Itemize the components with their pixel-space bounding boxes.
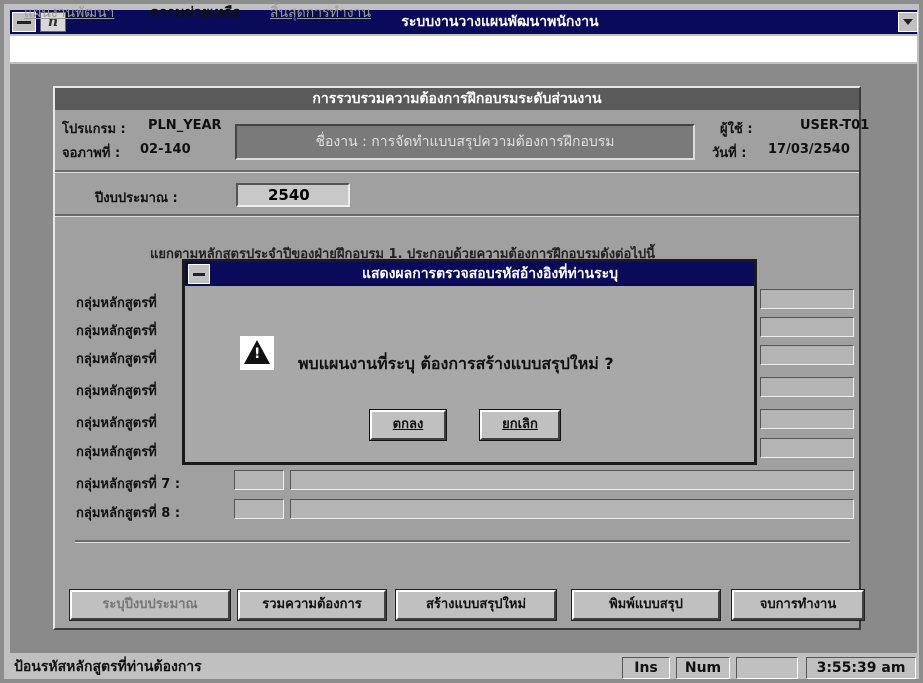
screen-label: จอภาพที่ : [62, 146, 121, 161]
menu-bar [10, 36, 917, 62]
divider [75, 540, 850, 543]
cancel-button[interactable]: ยกเลิก [479, 409, 561, 441]
divider [55, 170, 859, 173]
warning-exclamation: ! [254, 346, 261, 362]
task-banner: ชื่องาน : การจัดทำแบบสรุปความต้องการฝึกอ… [235, 124, 695, 160]
date-label: วันที่ : [712, 146, 747, 161]
dialog-system-menu-icon[interactable] [188, 264, 210, 284]
group-3-field[interactable] [760, 345, 854, 365]
group-5-field[interactable] [760, 409, 854, 429]
user-value: USER-T01 [800, 118, 870, 133]
group-8-name-field[interactable] [290, 499, 854, 519]
status-message: ป้อนรหัสหลักสูตรที่ท่านต้องการ [14, 659, 202, 675]
print-summary-button[interactable]: พิมพ์แบบสรุป [571, 589, 721, 621]
window-maximize-button[interactable] [898, 12, 918, 32]
menu-plan[interactable]: แผนงานพัฒนา [24, 0, 114, 26]
blank-indicator [736, 657, 798, 679]
group-1-field[interactable] [760, 289, 854, 309]
group-2-field[interactable] [760, 317, 854, 337]
group-label-5: กลุ่มหลักสูตรที่ [76, 416, 157, 431]
menu-help[interactable]: ความช่วยเหลือ [150, 0, 241, 26]
program-label: โปรแกรม : [62, 122, 126, 137]
form-title: การรวบรวมความต้องการฝึกอบรมระดับส่วนงาน [55, 88, 859, 110]
budget-year-field[interactable]: 2540 [236, 183, 350, 207]
dialog-title: แสดงผลการตรวจสอบรหัสอ้างอิงที่ท่านระบุ [361, 266, 619, 282]
gather-needs-button[interactable]: รวมความต้องการ [237, 589, 387, 621]
exit-button[interactable]: จบการทำงาน [731, 589, 865, 621]
divider [55, 214, 859, 217]
group-6-field[interactable] [760, 438, 854, 458]
group-label-3: กลุ่มหลักสูตรที่ [76, 352, 157, 367]
group-label-8: กลุ่มหลักสูตรที่ 8 : [76, 506, 181, 521]
budget-year-label: ปีงบประมาณ : [95, 191, 178, 206]
select-year-button[interactable]: ระบุปีงบประมาณ [69, 589, 231, 621]
user-label: ผู้ใช้ : [720, 122, 753, 137]
date-value: 17/03/2540 [768, 142, 850, 157]
group-label-7: กลุ่มหลักสูตรที่ 7 : [76, 477, 181, 492]
group-7-name-field[interactable] [290, 470, 854, 490]
group-label-2: กลุ่มหลักสูตรที่ [76, 324, 157, 339]
ins-indicator: Ins [622, 657, 670, 679]
program-value: PLN_YEAR [148, 118, 222, 133]
group-4-field[interactable] [760, 377, 854, 397]
group-7-code-field[interactable] [234, 470, 284, 490]
group-label-6: กลุ่มหลักสูตรที่ [76, 445, 157, 460]
group-label-4: กลุ่มหลักสูตรที่ [76, 384, 157, 399]
group-8-code-field[interactable] [234, 499, 284, 519]
dialog-message: พบแผนงานที่ระบุ ต้องการสร้างแบบสรุปใหม่ … [298, 354, 614, 373]
screen-value: 02-140 [140, 142, 191, 157]
num-indicator: Num [676, 657, 730, 679]
clock: 3:55:39 am [806, 657, 916, 679]
ok-button[interactable]: ตกลง [369, 409, 447, 441]
create-summary-button[interactable]: สร้างแบบสรุปใหม่ [395, 589, 557, 621]
group-label-1: กลุ่มหลักสูตรที่ [76, 296, 157, 311]
menu-exit[interactable]: สิ้นสุดการทำงาน [270, 0, 371, 26]
